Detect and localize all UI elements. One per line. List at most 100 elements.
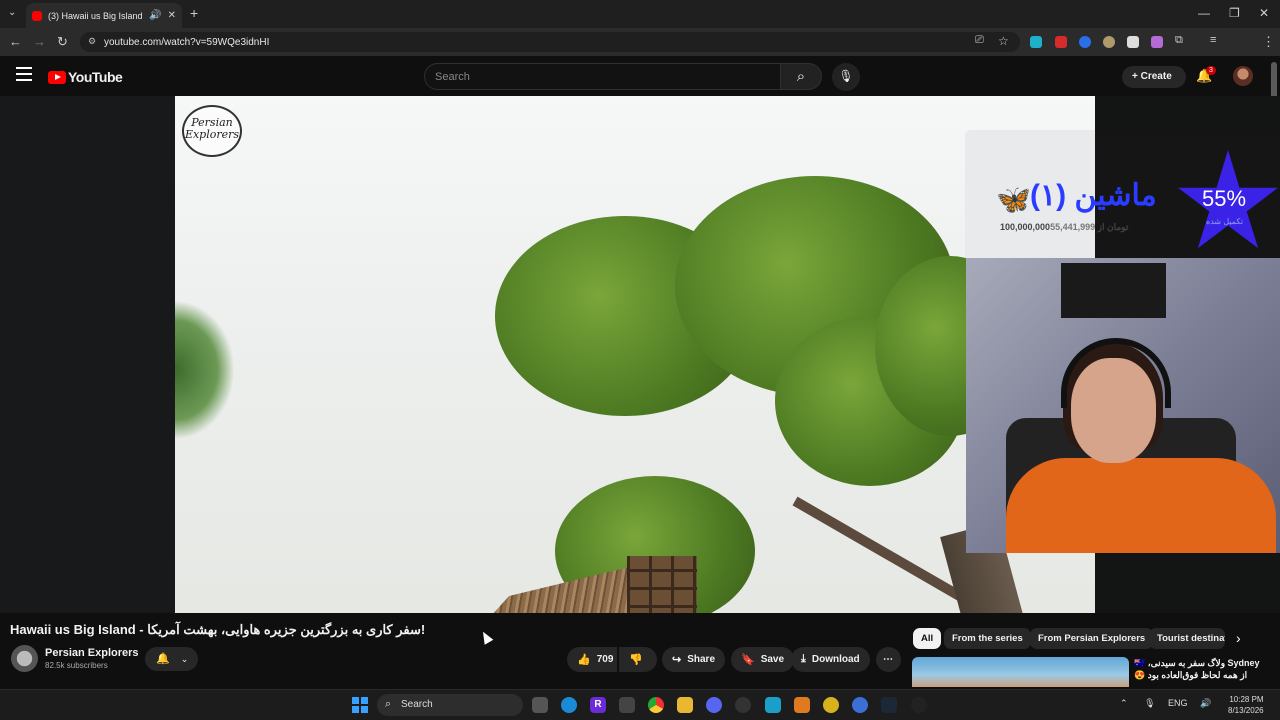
taskbar-search-label: Search — [401, 699, 433, 710]
extension-icon[interactable] — [1055, 36, 1067, 48]
cast-icon[interactable]: ⎚ — [975, 34, 984, 47]
mic-icon: 🎙 — [838, 69, 854, 83]
media-player-icon[interactable] — [911, 697, 927, 713]
chrome-icon[interactable] — [648, 697, 664, 713]
chevron-down-icon: ⌄ — [180, 654, 189, 664]
channel-watermark-logo: Persian Explorers — [182, 105, 242, 157]
extension-icon[interactable] — [1030, 36, 1042, 48]
obs-icon[interactable] — [735, 697, 751, 713]
browser-tab[interactable]: (3) Hawaii us Big Island - L 🔊 ✕ — [26, 3, 182, 28]
butterfly-icon: 🦋 — [996, 184, 1031, 215]
chip-from-channel[interactable]: From Persian Explorers — [1030, 628, 1154, 649]
reload-icon[interactable]: ↻ — [57, 34, 68, 50]
taskbar-search[interactable]: ⌕ Search — [377, 694, 523, 716]
edge-icon[interactable] — [561, 697, 577, 713]
create-label: Create — [1140, 71, 1172, 82]
clock[interactable]: 10:28 PM 8/13/2026 — [1228, 694, 1264, 716]
mic-icon[interactable]: 🎙 — [1144, 698, 1155, 708]
hamburger-menu-icon[interactable] — [16, 67, 32, 81]
clock-time: 10:28 PM — [1229, 695, 1264, 704]
chip-all[interactable]: All — [913, 628, 942, 649]
url-text: youtube.com/watch?v=59WQe3idnHI — [104, 36, 270, 48]
file-explorer-icon[interactable] — [677, 697, 693, 713]
steam-icon[interactable] — [881, 697, 897, 713]
media-control-icon[interactable]: ≡ — [1210, 34, 1216, 46]
more-menu-icon[interactable]: ⋮ — [1262, 34, 1275, 50]
bookmark-icon: 🔖 — [741, 654, 755, 666]
video-title: Hawaii us Big Island - سفر کاری به بزرگت… — [10, 622, 426, 637]
donation-currency: تومان — [1107, 222, 1129, 232]
search-button[interactable]: ⌕ — [780, 63, 822, 90]
extension-icon[interactable] — [1079, 36, 1091, 48]
thatched-hut — [365, 516, 745, 613]
dislike-button[interactable]: 👎 — [619, 647, 657, 672]
subscriber-count: 82.5k subscribers — [45, 661, 108, 670]
channel-avatar[interactable] — [11, 645, 38, 672]
recommendation-thumbnail[interactable] — [912, 657, 1129, 687]
extension-icon[interactable] — [1103, 36, 1115, 48]
back-arrow-icon[interactable]: ← — [9, 34, 22, 49]
save-button[interactable]: 🔖 Save — [731, 647, 795, 672]
headset — [1061, 338, 1171, 408]
notification-badge: 3 — [1206, 66, 1216, 75]
discord-icon[interactable] — [706, 697, 722, 713]
streamer-webcam — [966, 258, 1280, 553]
language-indicator[interactable]: ENG — [1168, 698, 1188, 708]
system-tray: ⌃ 🎙 ENG 🔊 — [1120, 698, 1211, 709]
extensions-puzzle-icon[interactable]: ⧉ — [1175, 34, 1183, 47]
channel-name[interactable]: Persian Explorers — [45, 647, 139, 659]
forward-arrow-icon[interactable]: → — [33, 34, 46, 49]
windows-start-icon[interactable] — [352, 697, 368, 713]
create-button[interactable]: + Create — [1122, 66, 1186, 88]
youtube-logo[interactable]: YouTube — [48, 69, 123, 85]
recommendation-title[interactable]: Sydney ولاگ سفر به سیدنی، 🇦🇺 از همه لحاظ… — [1134, 657, 1264, 681]
like-button[interactable]: 👍 709 — [567, 647, 617, 672]
more-actions-button[interactable]: ⋯ — [876, 647, 901, 672]
close-tab-icon[interactable]: ✕ — [168, 10, 176, 21]
subscribed-notifications-button[interactable]: 🔔 ⌄ — [145, 647, 198, 671]
speaker-icon[interactable]: 🔊 — [1200, 698, 1211, 708]
donation-current: 55,441,999 — [1050, 222, 1096, 232]
download-label: Download — [811, 654, 860, 665]
app-icon[interactable] — [765, 697, 781, 713]
youtube-header: YouTube Search ⌕ 🎙 + Create 🔔 3 — [0, 56, 1280, 96]
share-button[interactable]: ↪ Share — [662, 647, 726, 672]
search-input[interactable]: Search — [424, 63, 781, 90]
app-icon[interactable] — [852, 697, 868, 713]
site-info-icon[interactable]: ⚙ — [88, 36, 96, 47]
minimize-button[interactable]: — — [1198, 6, 1210, 20]
background-tv — [1061, 263, 1166, 318]
app-icon[interactable] — [619, 697, 635, 713]
extension-icon[interactable] — [1151, 36, 1163, 48]
close-window-button[interactable]: ✕ — [1259, 6, 1269, 20]
mouse-cursor — [478, 629, 494, 645]
task-view-icon[interactable] — [532, 697, 548, 713]
chip-from-series[interactable]: From the series — [944, 628, 1031, 649]
account-avatar[interactable] — [1233, 66, 1253, 86]
like-count: 709 — [596, 654, 614, 665]
shield-icon[interactable] — [1127, 36, 1139, 48]
app-icon[interactable] — [823, 697, 839, 713]
donation-progress-text: 100,000,000 تومان از 55,441,999 — [1000, 222, 1128, 233]
chip-tourist-destinations[interactable]: Tourist destinat — [1149, 628, 1225, 649]
donation-goal: 100,000,000 — [1000, 222, 1051, 232]
app-icon[interactable] — [794, 697, 810, 713]
youtube-play-icon — [48, 70, 66, 84]
tab-list-icon[interactable]: ⌄ — [8, 7, 16, 18]
chevron-up-icon[interactable]: ⌃ — [1120, 698, 1128, 708]
bookmark-star-icon[interactable]: ☆ — [998, 34, 1009, 48]
voice-search-button[interactable]: 🎙 — [832, 63, 860, 91]
address-bar[interactable]: ⚙ youtube.com/watch?v=59WQe3idnHI — [80, 32, 1020, 52]
video-player[interactable] — [175, 96, 1095, 613]
new-tab-button[interactable]: + — [190, 5, 198, 21]
restore-button[interactable]: ❐ — [1229, 6, 1240, 20]
chevron-right-icon[interactable]: › — [1236, 630, 1241, 646]
search-icon: ⌕ — [385, 698, 392, 710]
app-r-icon[interactable]: R — [590, 697, 606, 713]
more-horizontal-icon: ⋯ — [883, 654, 893, 665]
save-label: Save — [760, 654, 785, 665]
clock-date: 8/13/2026 — [1228, 706, 1264, 715]
speaker-icon[interactable]: 🔊 — [149, 10, 161, 21]
browser-tab-bar: ⌄ (3) Hawaii us Big Island - L 🔊 ✕ + — ❐… — [0, 0, 1280, 28]
download-button[interactable]: ⤓ Download — [791, 647, 870, 672]
